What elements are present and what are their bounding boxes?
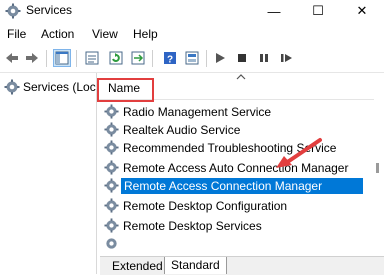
list-item[interactable]: Remote Desktop Services xyxy=(104,217,376,235)
toolbar-separator xyxy=(76,50,77,67)
service-name: Remote Access Connection Manager xyxy=(121,178,363,194)
back-arrow-icon[interactable] xyxy=(4,50,20,66)
toolbar-separator xyxy=(46,50,47,67)
service-gear-icon xyxy=(104,122,119,137)
tree-item-label: Services (Local) xyxy=(23,80,96,94)
console-tree-icon[interactable] xyxy=(53,49,71,67)
list-item[interactable]: Remote Access Auto Connection Manager xyxy=(104,159,376,177)
annotation-arrow-icon xyxy=(276,138,322,168)
view-tabs: Extended Standard xyxy=(100,256,384,275)
menu-help[interactable]: Help xyxy=(133,27,158,41)
svg-text:?: ? xyxy=(167,55,173,66)
tab-extended[interactable]: Extended xyxy=(106,258,170,274)
restart-icon[interactable] xyxy=(278,50,294,66)
list-item[interactable]: Realtek Audio Service xyxy=(104,121,376,139)
menu-bar: File Action View Help xyxy=(0,25,384,43)
list-item[interactable]: Remote Desktop Configuration xyxy=(104,197,376,215)
refresh-icon[interactable] xyxy=(108,50,124,66)
properties-icon[interactable] xyxy=(84,50,100,66)
sort-ascending-icon xyxy=(236,74,246,80)
service-gear-icon xyxy=(104,140,119,155)
list-item[interactable]: Radio Management Service xyxy=(104,103,376,121)
service-gear-icon xyxy=(106,238,117,249)
vertical-scrollbar-thumb[interactable] xyxy=(376,163,379,173)
stop-icon[interactable] xyxy=(234,50,250,66)
list-item[interactable]: Recommended Troubleshooting Service xyxy=(104,139,376,157)
service-name: Radio Management Service xyxy=(123,105,272,119)
toolbar: ? xyxy=(0,45,384,73)
minimize-button[interactable]: — xyxy=(252,0,296,22)
services-gear-icon xyxy=(4,79,20,95)
export-icon[interactable] xyxy=(130,50,146,66)
service-name: Remote Desktop Configuration xyxy=(123,199,288,213)
service-gear-icon xyxy=(104,160,119,175)
menu-view[interactable]: View xyxy=(92,27,118,41)
title-bar: Services — ☐ ✕ xyxy=(0,0,384,22)
help-icon[interactable]: ? xyxy=(162,50,178,66)
service-gear-icon xyxy=(104,104,119,119)
toolbar-separator xyxy=(206,50,207,67)
close-button[interactable]: ✕ xyxy=(340,0,384,22)
annotation-highlight-box xyxy=(97,78,154,102)
service-gear-icon xyxy=(104,198,119,213)
mmc-icon[interactable] xyxy=(184,50,200,66)
menu-action[interactable]: Action xyxy=(41,27,74,41)
services-gear-icon xyxy=(5,3,21,19)
service-gear-icon xyxy=(104,218,119,233)
forward-arrow-icon[interactable] xyxy=(24,50,40,66)
services-list-pane: Name Radio Management Service Realtek Au… xyxy=(98,73,384,274)
service-name: Realtek Audio Service xyxy=(123,123,241,137)
service-name: Remote Desktop Services xyxy=(123,219,262,233)
menu-file[interactable]: File xyxy=(7,27,26,41)
console-tree-pane: Services (Local) xyxy=(0,73,97,274)
tree-item-services-local[interactable]: Services (Local) xyxy=(4,79,96,95)
service-gear-icon xyxy=(104,178,119,193)
window-title: Services xyxy=(26,3,73,17)
toolbar-separator xyxy=(152,50,153,67)
maximize-button[interactable]: ☐ xyxy=(296,0,340,22)
list-item[interactable] xyxy=(104,235,376,249)
pause-icon[interactable] xyxy=(256,50,272,66)
tab-standard[interactable]: Standard xyxy=(164,257,227,274)
list-item-selected[interactable]: Remote Access Connection Manager xyxy=(104,177,376,195)
start-icon[interactable] xyxy=(212,50,228,66)
